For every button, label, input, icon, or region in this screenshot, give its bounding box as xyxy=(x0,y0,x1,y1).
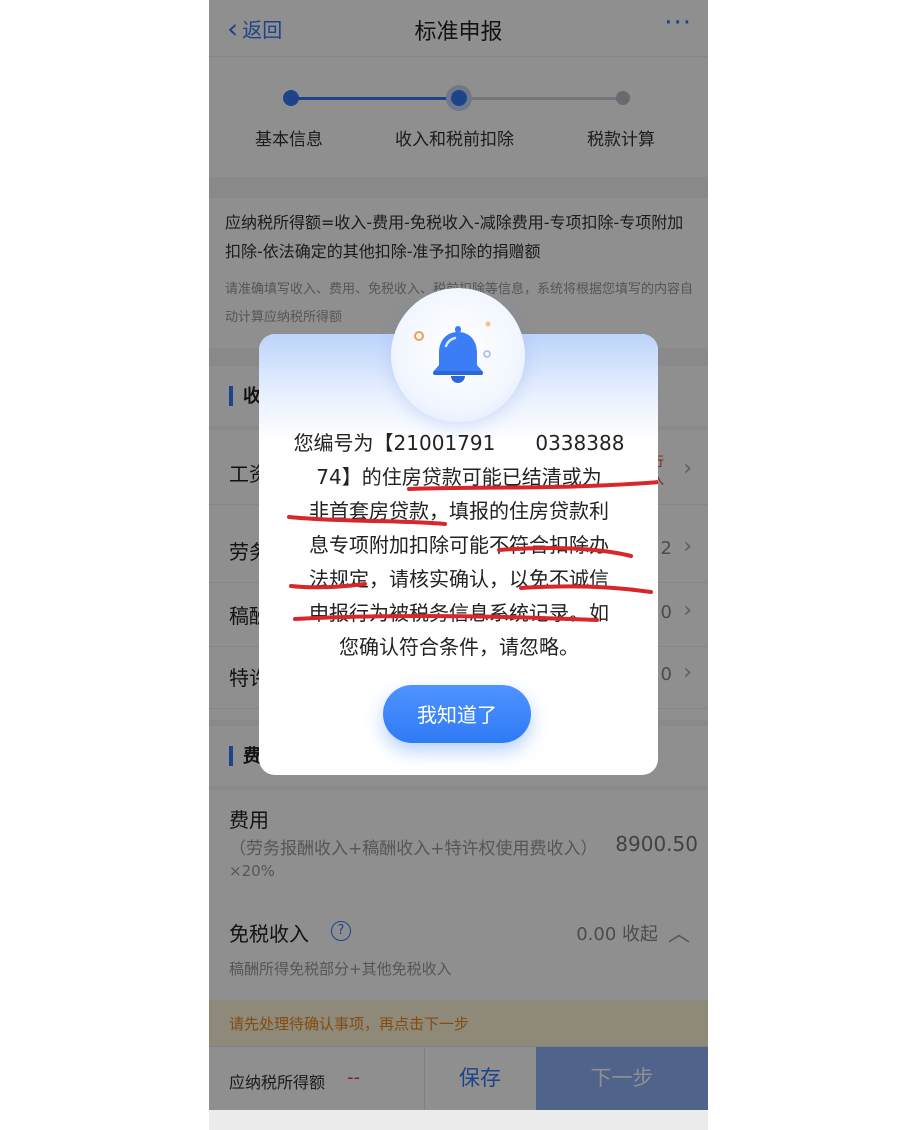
message-line: 申报行为被税务信息系统记录。如 xyxy=(309,601,609,625)
message-line: 74】的住房贷款可能已结清或为 xyxy=(316,465,602,489)
notice-dialog: 您编号为【21001791 0338388 74】的住房贷款可能已结清或为 非首… xyxy=(259,288,658,775)
message-line: 法规定，请核实确认，以免不诚信 xyxy=(309,567,609,591)
home-indicator-bar xyxy=(209,1110,708,1130)
dialog-message: 您编号为【21001791 0338388 74】的住房贷款可能已结清或为 非首… xyxy=(289,426,629,664)
message-line: 非首套房贷款，填报的住房贷款利 xyxy=(309,499,609,523)
acknowledge-button[interactable]: 我知道了 xyxy=(383,685,531,743)
message-line: 您确认符合条件，请忽略。 xyxy=(339,635,579,659)
message-line: 您编号为【21001791 0338388 xyxy=(293,431,625,455)
bell-icon xyxy=(414,321,491,383)
message-line: 息专项附加扣除可能不符合扣除办 xyxy=(309,533,609,557)
phone-screen: ‹ 返回 标准申报 ··· 基本信息 收入和税前扣除 税款计算 应纳税所得额=收… xyxy=(209,0,708,1130)
bell-badge xyxy=(391,288,525,422)
